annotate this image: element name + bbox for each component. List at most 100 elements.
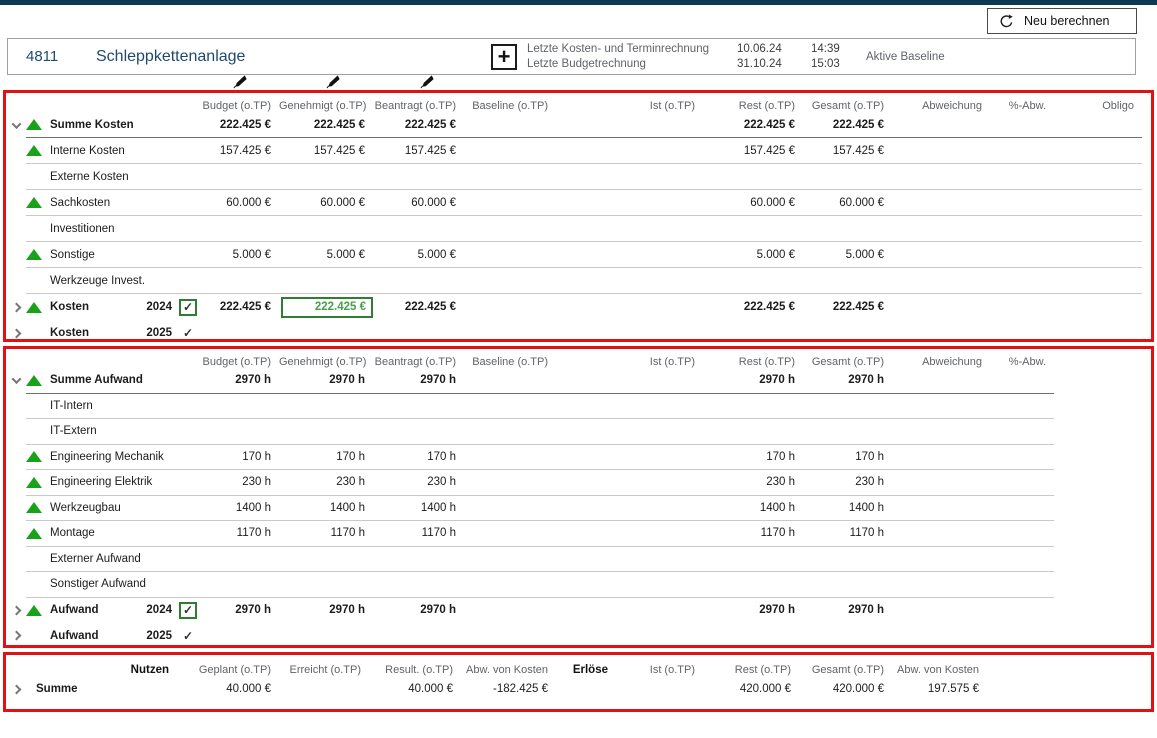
expand-chevron-icon[interactable] <box>11 374 21 384</box>
cell-budget: 222.425 € <box>201 301 279 313</box>
row-year: 2025 <box>146 327 172 339</box>
cell-beantragt: 1170 h <box>373 527 464 539</box>
cell-genehmigt: 230 h <box>279 476 373 488</box>
status-triangle-icon <box>26 119 50 130</box>
summe-row: Summe 40.000 € 40.000 € -182.425 € 420.0… <box>6 676 1151 702</box>
kosten-rows: Summe Kosten 222.425 € 222.425 € 222.425… <box>6 112 1151 342</box>
cell-rest: 230 h <box>703 476 803 488</box>
table-row: Engineering Elektrik 230 h 230 h 230 h 2… <box>6 470 1151 496</box>
row-label: Kosten <box>50 301 89 313</box>
row-year: 2024 <box>146 604 172 616</box>
plus-icon[interactable]: + <box>491 44 517 70</box>
checkbox-icon[interactable]: ✓ <box>179 627 197 644</box>
cell-rest: 222.425 € <box>703 119 803 131</box>
cell-genehmigt: 1170 h <box>279 527 373 539</box>
cell-beantragt: 2970 h <box>373 374 464 386</box>
row-label: Montage <box>50 527 95 539</box>
edit-pen-icon-genehmigt <box>326 74 341 89</box>
table-row: Engineering Mechanik 170 h 170 h 170 h 1… <box>6 445 1151 471</box>
row-label: Interne Kosten <box>50 145 125 157</box>
row-label: Externer Aufwand <box>50 553 141 565</box>
row-label: Aufwand <box>50 604 99 616</box>
row-label: Summe Kosten <box>50 119 134 131</box>
col-header-budget: Budget (o.TP) <box>201 356 279 368</box>
cell-rest: 5.000 € <box>703 249 803 261</box>
cell-gesamt: 420.000 € <box>799 683 892 695</box>
status-triangle-icon <box>26 375 50 386</box>
col-header-genehmigt: Genehmigt (o.TP) <box>279 100 373 112</box>
calculation-labels: Letzte Kosten- und Terminrechnung Letzte… <box>527 42 727 72</box>
row-label: Externe Kosten <box>50 171 129 183</box>
col-header-erloese: Erlöse <box>556 664 616 676</box>
row-label: Sachkosten <box>50 197 110 209</box>
col-header-pabw: %-Abw. <box>990 100 1054 112</box>
last-cost-calc-date: 10.06.24 <box>737 42 799 57</box>
col-header-ist: Ist (o.TP) <box>556 100 703 112</box>
cell-rest: 222.425 € <box>703 301 803 313</box>
checkbox-icon[interactable]: ✓ <box>179 602 197 619</box>
cell-genehmigt: 2970 h <box>279 374 373 386</box>
cell-rest: 157.425 € <box>703 145 803 157</box>
table-row: Aufwand 2024 ✓ 2970 h 2970 h 2970 h 2970… <box>6 598 1151 624</box>
row-label: Sonstiger Aufwand <box>50 578 146 590</box>
cell-genehmigt[interactable]: 222.425 € <box>281 297 373 318</box>
col-header-abw-von-kosten: Abw. von Kosten <box>461 664 556 676</box>
cell-genehmigt[interactable]: 157.425 € <box>279 145 373 157</box>
expand-chevron-icon[interactable] <box>11 328 21 338</box>
last-cost-calc-time: 14:39 <box>811 42 851 57</box>
row-label-cell: Externer Aufwand <box>26 550 201 567</box>
project-title: Schleppkettenanlage <box>96 48 491 66</box>
cell-gesamt: 230 h <box>803 476 892 488</box>
row-label-cell: Kosten 2024 ✓ <box>26 299 201 316</box>
cell-abw-von-kosten: -182.425 € <box>461 683 556 695</box>
expand-chevron-icon[interactable] <box>11 119 21 129</box>
calculation-info: Letzte Kosten- und Terminrechnung Letzte… <box>527 42 945 72</box>
cell-genehmigt[interactable]: 5.000 € <box>279 249 373 261</box>
row-label-cell: Werkzeugbau <box>26 499 201 516</box>
refresh-icon <box>998 13 1015 30</box>
row-label-cell: Montage <box>26 525 201 542</box>
cell-gesamt: 157.425 € <box>803 145 892 157</box>
cell-genehmigt: 2970 h <box>279 604 373 616</box>
recalculate-button[interactable]: Neu berechnen <box>987 8 1137 34</box>
edit-pen-icon-beantragt <box>420 74 435 89</box>
cell-gesamt: 2970 h <box>803 374 892 386</box>
row-label-cell: Aufwand 2024 ✓ <box>26 602 201 619</box>
table-row: Sachkosten 60.000 € 60.000 € 60.000 € 60… <box>6 190 1151 216</box>
col-header-rest: Rest (o.TP) <box>703 664 799 676</box>
cell-genehmigt[interactable]: 222.425 € <box>279 119 373 131</box>
kosten-header-row: Budget (o.TP) Genehmigt (o.TP) Beantragt… <box>6 95 1151 112</box>
cell-genehmigt[interactable]: 60.000 € <box>279 197 373 209</box>
cell-rest: 1400 h <box>703 502 803 514</box>
table-row: Externer Aufwand <box>6 547 1151 573</box>
row-label: Summe Aufwand <box>50 374 143 386</box>
row-label-cell: Investitionen <box>26 220 201 237</box>
expand-chevron-icon[interactable] <box>11 631 21 641</box>
table-row: Investitionen <box>6 216 1151 242</box>
cell-beantragt: 170 h <box>373 451 464 463</box>
cell-beantragt: 5.000 € <box>373 249 464 261</box>
col-header-abweichung: Abweichung <box>892 356 990 368</box>
row-label: Engineering Mechanik <box>50 451 164 463</box>
cell-gesamt: 60.000 € <box>803 197 892 209</box>
cell-rest: 2970 h <box>703 374 803 386</box>
expand-chevron-icon[interactable] <box>11 605 21 615</box>
aufwand-section: Budget (o.TP) Genehmigt (o.TP) Beantragt… <box>3 346 1154 648</box>
col-header-abw-von-kosten-2: Abw. von Kosten <box>892 664 987 676</box>
status-triangle-icon <box>26 502 50 513</box>
recalculate-label: Neu berechnen <box>1024 14 1109 28</box>
cell-gesamt: 170 h <box>803 451 892 463</box>
expand-chevron-icon[interactable] <box>11 684 21 694</box>
col-header-ist: Ist (o.TP) <box>556 356 703 368</box>
cell-gesamt: 1400 h <box>803 502 892 514</box>
row-label: Werkzeugbau <box>50 502 121 514</box>
status-triangle-icon <box>26 605 50 616</box>
expand-chevron-icon[interactable] <box>11 302 21 312</box>
cell-gesamt: 2970 h <box>803 604 892 616</box>
row-label-cell: Sonstige <box>26 246 201 263</box>
aufwand-header-gutter <box>6 351 26 368</box>
checkbox-icon[interactable]: ✓ <box>179 325 197 342</box>
status-triangle-icon <box>26 528 50 539</box>
checkbox-icon[interactable]: ✓ <box>179 299 197 316</box>
cell-beantragt: 230 h <box>373 476 464 488</box>
